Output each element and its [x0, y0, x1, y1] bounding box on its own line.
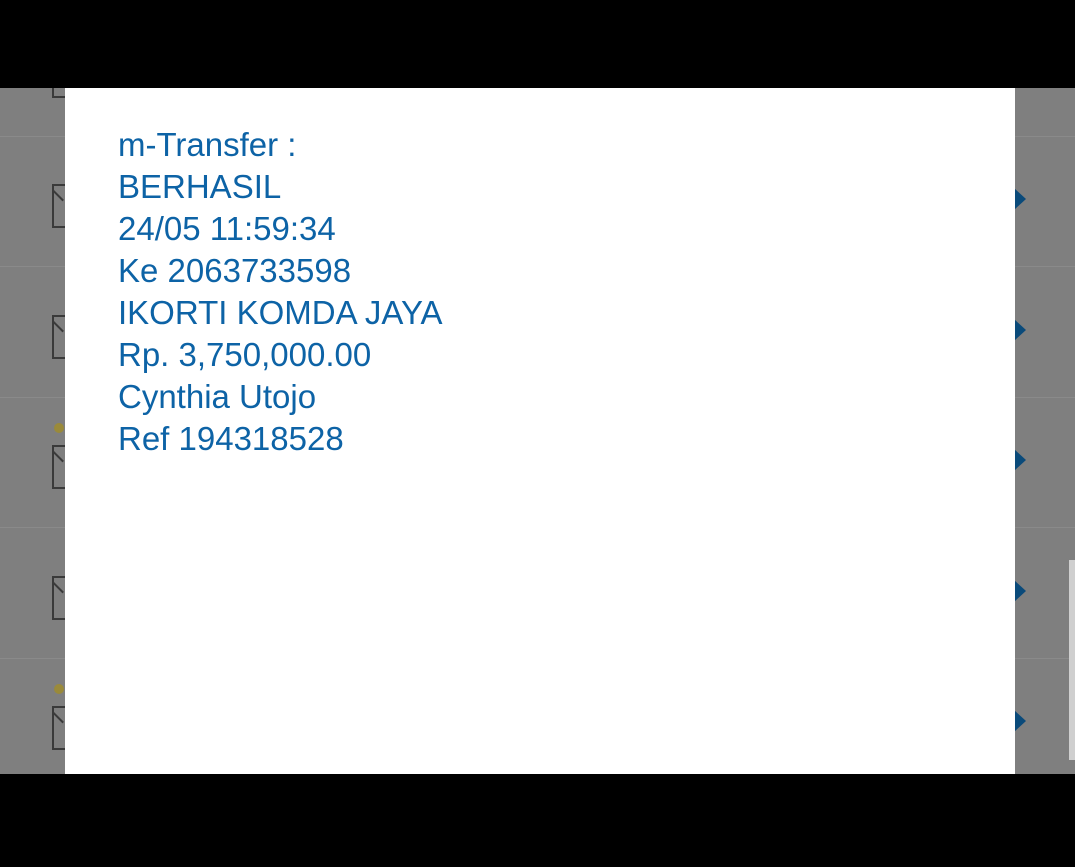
- service-line: m-Transfer :: [118, 126, 297, 163]
- reference-line: Ref 194318528: [118, 420, 344, 457]
- envelope-icon: [52, 315, 66, 359]
- unread-marker-icon: [54, 684, 64, 694]
- chevron-right-icon: [1014, 580, 1026, 602]
- amount-line: Rp. 3,750,000.00: [118, 336, 372, 373]
- chevron-right-icon: [1014, 449, 1026, 471]
- status-line: BERHASIL: [118, 168, 282, 205]
- destination-account-line: Ke 2063733598: [118, 252, 352, 289]
- scrollbar[interactable]: [1069, 560, 1075, 760]
- message-body: m-Transfer : BERHASIL 24/05 11:59:34 Ke …: [118, 124, 443, 460]
- sender-name-line: Cynthia Utojo: [118, 378, 317, 415]
- envelope-icon: [52, 706, 66, 750]
- datetime-line: 24/05 11:59:34: [118, 210, 336, 247]
- envelope-icon: [52, 184, 66, 228]
- unread-marker-icon: [54, 423, 64, 433]
- chevron-right-icon: [1014, 319, 1026, 341]
- envelope-icon: [52, 88, 66, 98]
- chevron-right-icon: [1014, 188, 1026, 210]
- envelope-icon: [52, 445, 66, 489]
- envelope-icon: [52, 576, 66, 620]
- chevron-right-icon: [1014, 710, 1026, 732]
- screen: m-Transfer : BERHASIL 24/05 11:59:34 Ke …: [0, 0, 1075, 867]
- recipient-name-line: IKORTI KOMDA JAYA: [118, 294, 443, 331]
- message-dialog: m-Transfer : BERHASIL 24/05 11:59:34 Ke …: [65, 88, 1015, 774]
